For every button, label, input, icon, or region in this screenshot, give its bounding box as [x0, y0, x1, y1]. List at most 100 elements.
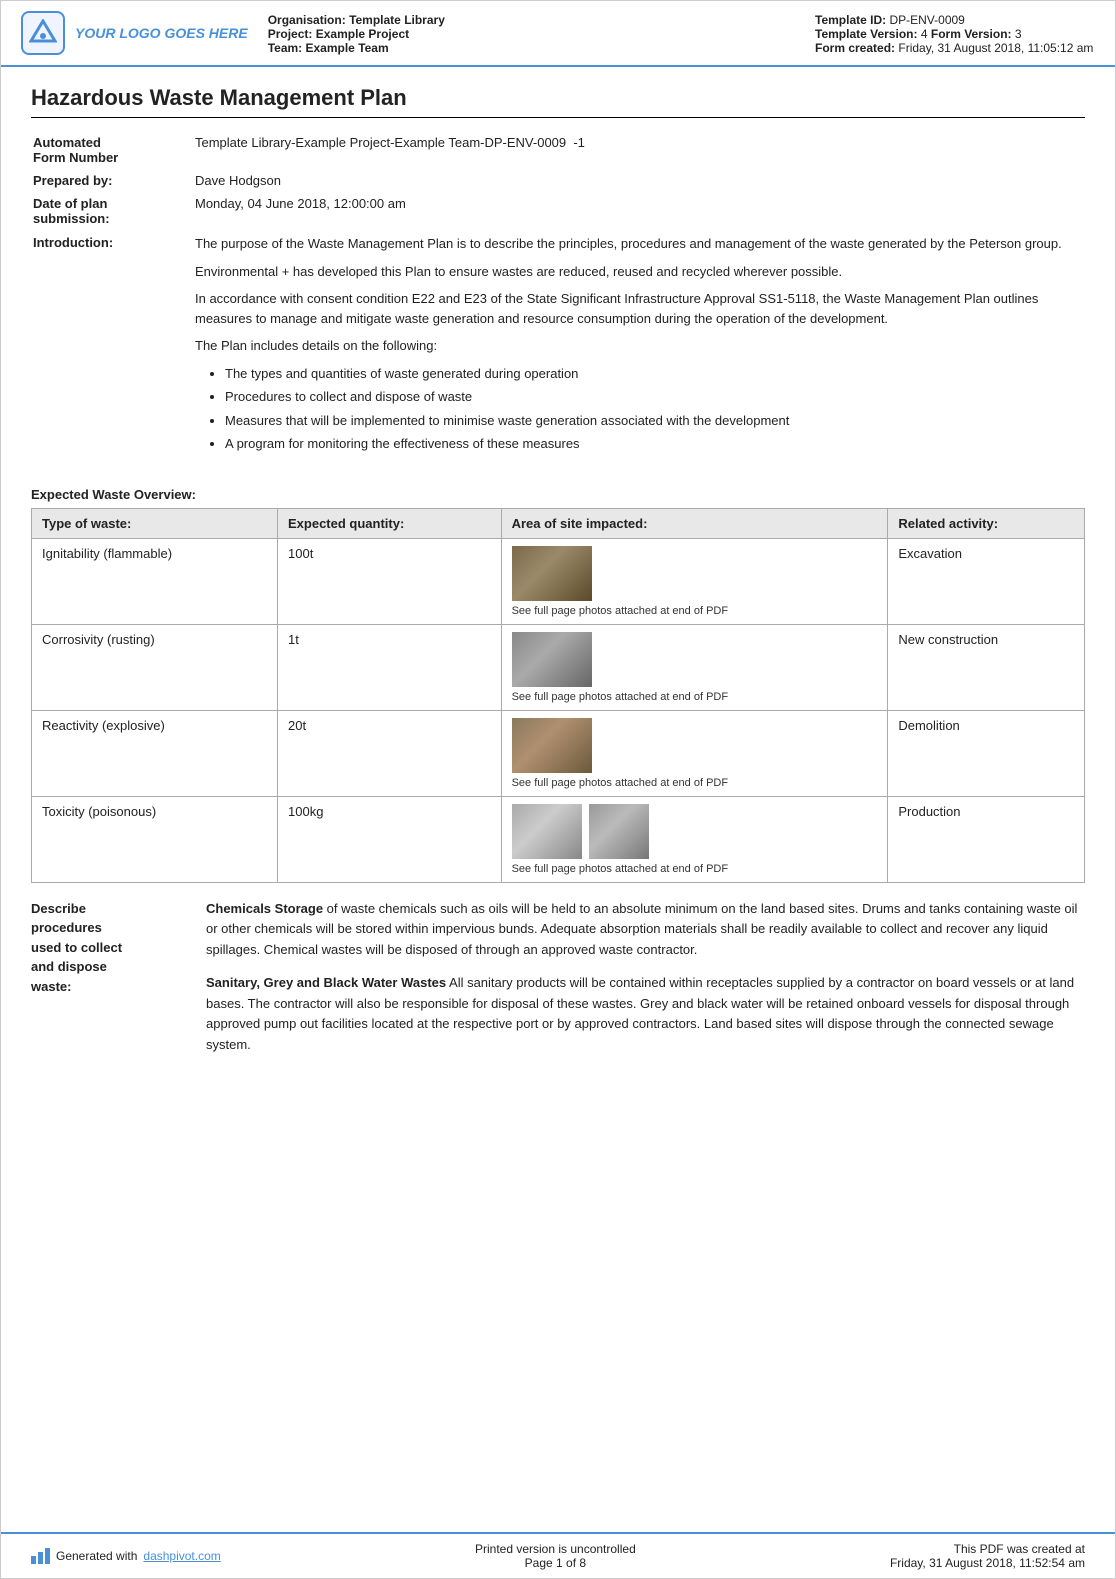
footer-logo-icon — [31, 1548, 50, 1564]
form-number-label: AutomatedForm Number — [33, 132, 193, 168]
waste-type-3: Reactivity (explosive) — [32, 710, 278, 796]
waste-qty-4: 100kg — [278, 796, 502, 882]
pdf-created-text: This PDF was created at — [890, 1542, 1085, 1556]
waste-area-3: See full page photos attached at end of … — [501, 710, 888, 796]
waste-img-2 — [512, 632, 592, 687]
template-version-line: Template Version: 4 Form Version: 3 — [815, 27, 1095, 41]
waste-img-caption-1: See full page photos attached at end of … — [512, 605, 878, 617]
waste-img-caption-3: See full page photos attached at end of … — [512, 777, 878, 789]
team-value: Example Team — [306, 41, 389, 55]
page-number: Page 1 of 8 — [475, 1556, 636, 1570]
introduction-label: Introduction: — [33, 231, 193, 471]
intro-paragraphs: The purpose of the Waste Management Plan… — [195, 234, 1077, 454]
bullet-item-2: Procedures to collect and dispose of was… — [225, 387, 1077, 407]
template-id-value: DP-ENV-0009 — [889, 13, 964, 27]
waste-activity-2: New construction — [888, 624, 1085, 710]
template-version-label: Template Version: — [815, 27, 917, 41]
team-line: Team: Example Team — [268, 41, 795, 55]
waste-area-4: See full page photos attached at end of … — [501, 796, 888, 882]
footer-left: Generated with dashpivot.com — [31, 1548, 221, 1564]
describe-p2: Sanitary, Grey and Black Water Wastes Al… — [206, 973, 1085, 1056]
meta-table: AutomatedForm Number Template Library-Ex… — [31, 130, 1085, 473]
col-quantity: Expected quantity: — [278, 508, 502, 538]
org-value: Template Library — [349, 13, 445, 27]
table-row: Ignitability (flammable) 100t See full p… — [32, 538, 1085, 624]
uncontrolled-text: Printed version is uncontrolled — [475, 1542, 636, 1556]
bullet-list: The types and quantities of waste genera… — [225, 364, 1077, 454]
waste-qty-3: 20t — [278, 710, 502, 796]
waste-qty-2: 1t — [278, 624, 502, 710]
waste-activity-1: Excavation — [888, 538, 1085, 624]
table-row: Toxicity (poisonous) 100kg See full page… — [32, 796, 1085, 882]
template-id-label: Template ID: — [815, 13, 886, 27]
document-title: Hazardous Waste Management Plan — [31, 85, 1085, 118]
header-center: Organisation: Template Library Project: … — [268, 11, 795, 55]
footer-link[interactable]: dashpivot.com — [143, 1549, 220, 1563]
table-row: Corrosivity (rusting) 1t See full page p… — [32, 624, 1085, 710]
form-created-line: Form created: Friday, 31 August 2018, 11… — [815, 41, 1095, 55]
intro-p1: The purpose of the Waste Management Plan… — [195, 234, 1077, 254]
introduction-content: The purpose of the Waste Management Plan… — [195, 231, 1083, 471]
waste-type-2: Corrosivity (rusting) — [32, 624, 278, 710]
form-version-label: Form Version: — [931, 27, 1012, 41]
footer: Generated with dashpivot.com Printed ver… — [1, 1532, 1115, 1578]
form-version-value: 3 — [1015, 27, 1022, 41]
meta-row-introduction: Introduction: The purpose of the Waste M… — [33, 231, 1083, 471]
table-row: Reactivity (explosive) 20t See full page… — [32, 710, 1085, 796]
logo-icon — [21, 11, 65, 55]
prepared-by-value: Dave Hodgson — [195, 170, 1083, 191]
logo-area: YOUR LOGO GOES HERE — [21, 11, 248, 55]
waste-img-4a — [512, 804, 582, 859]
waste-activity-3: Demolition — [888, 710, 1085, 796]
waste-img-3 — [512, 718, 592, 773]
table-header-row: Type of waste: Expected quantity: Area o… — [32, 508, 1085, 538]
page: YOUR LOGO GOES HERE Organisation: Templa… — [0, 0, 1116, 1579]
logo-text: YOUR LOGO GOES HERE — [75, 25, 248, 41]
date-label: Date of plansubmission: — [33, 193, 193, 229]
intro-p2: Environmental + has developed this Plan … — [195, 262, 1077, 282]
waste-img-caption-4: See full page photos attached at end of … — [512, 863, 878, 875]
form-number-value: Template Library-Example Project-Example… — [195, 132, 1083, 168]
waste-img-4b — [589, 804, 649, 859]
org-line: Organisation: Template Library — [268, 13, 795, 27]
project-label: Project: — [268, 27, 313, 41]
date-value: Monday, 04 June 2018, 12:00:00 am — [195, 193, 1083, 229]
meta-row-date: Date of plansubmission: Monday, 04 June … — [33, 193, 1083, 229]
generated-text: Generated with — [56, 1549, 137, 1563]
waste-area-2: See full page photos attached at end of … — [501, 624, 888, 710]
header: YOUR LOGO GOES HERE Organisation: Templa… — [1, 1, 1115, 67]
project-line: Project: Example Project — [268, 27, 795, 41]
waste-img-caption-2: See full page photos attached at end of … — [512, 691, 878, 703]
describe-p1: Chemicals Storage of waste chemicals suc… — [206, 899, 1085, 961]
meta-row-prepared-by: Prepared by: Dave Hodgson — [33, 170, 1083, 191]
pdf-created-date: Friday, 31 August 2018, 11:52:54 am — [890, 1556, 1085, 1570]
team-label: Team: — [268, 41, 302, 55]
meta-row-form-number: AutomatedForm Number Template Library-Ex… — [33, 132, 1083, 168]
describe-section: Describeproceduresused to collectand dis… — [31, 899, 1085, 1069]
prepared-by-label: Prepared by: — [33, 170, 193, 191]
waste-area-1: See full page photos attached at end of … — [501, 538, 888, 624]
template-version-value: 4 — [921, 27, 928, 41]
waste-type-1: Ignitability (flammable) — [32, 538, 278, 624]
expected-waste-title: Expected Waste Overview: — [31, 487, 1085, 502]
col-activity: Related activity: — [888, 508, 1085, 538]
col-area: Area of site impacted: — [501, 508, 888, 538]
waste-qty-1: 100t — [278, 538, 502, 624]
intro-p3: In accordance with consent condition E22… — [195, 289, 1077, 328]
waste-type-4: Toxicity (poisonous) — [32, 796, 278, 882]
form-created-value: Friday, 31 August 2018, 11:05:12 am — [898, 41, 1093, 55]
header-right: Template ID: DP-ENV-0009 Template Versio… — [815, 11, 1095, 55]
footer-right: This PDF was created at Friday, 31 Augus… — [890, 1542, 1085, 1570]
footer-center: Printed version is uncontrolled Page 1 o… — [475, 1542, 636, 1570]
template-id-line: Template ID: DP-ENV-0009 — [815, 13, 1095, 27]
bullet-item-4: A program for monitoring the effectivene… — [225, 434, 1077, 454]
main-content: Hazardous Waste Management Plan Automate… — [1, 67, 1115, 1532]
waste-table: Type of waste: Expected quantity: Area o… — [31, 508, 1085, 883]
waste-img-1 — [512, 546, 592, 601]
bullet-item-1: The types and quantities of waste genera… — [225, 364, 1077, 384]
waste-activity-4: Production — [888, 796, 1085, 882]
col-type: Type of waste: — [32, 508, 278, 538]
form-created-label: Form created: — [815, 41, 895, 55]
intro-p4: The Plan includes details on the followi… — [195, 336, 1077, 356]
project-value: Example Project — [316, 27, 409, 41]
